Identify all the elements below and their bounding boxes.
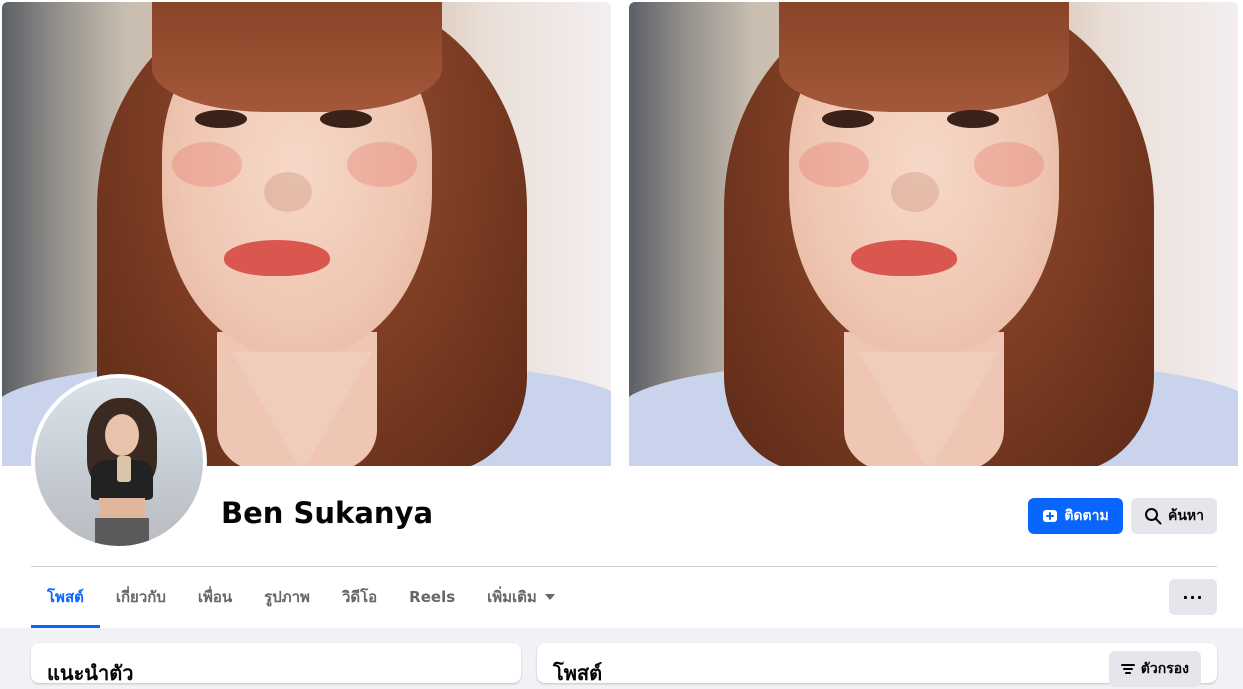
posts-card: โพสต์ ตัวกรอง: [537, 643, 1217, 687]
more-icon: ···: [1182, 587, 1204, 607]
avatar-image: [35, 378, 203, 546]
tab-videos[interactable]: วิดีโอ: [326, 567, 393, 627]
filter-label: ตัวกรอง: [1140, 661, 1189, 677]
tab-posts[interactable]: โพสต์: [31, 567, 100, 628]
tab-photos[interactable]: รูปภาพ: [248, 567, 326, 627]
cover-photo-right: [629, 2, 1238, 466]
tab-friends[interactable]: เพื่อน: [182, 567, 248, 627]
cover-photo[interactable]: [2, 2, 1238, 466]
tab-reels[interactable]: Reels: [393, 567, 471, 627]
tab-more[interactable]: เพิ่มเติม: [471, 567, 571, 627]
profile-avatar[interactable]: [31, 374, 207, 550]
posts-card-title: โพสต์: [553, 661, 603, 685]
more-options-button[interactable]: ···: [1169, 579, 1217, 615]
profile-tabs: โพสต์ เกี่ยวกับ เพื่อน รูปภาพ วิดีโอ Ree…: [31, 567, 571, 628]
profile-name: Ben Sukanya: [221, 496, 434, 530]
caret-down-icon: [544, 594, 555, 600]
search-label: ค้นหา: [1167, 508, 1205, 524]
filter-icon: [1120, 662, 1135, 676]
filter-button[interactable]: ตัวกรอง: [1108, 651, 1201, 687]
search-button[interactable]: ค้นหา: [1131, 498, 1217, 534]
add-friend-icon: [1042, 508, 1058, 524]
intro-card: แนะนำตัว: [31, 643, 521, 685]
search-icon: [1144, 507, 1162, 525]
tab-about[interactable]: เกี่ยวกับ: [100, 567, 182, 627]
intro-card-title: แนะนำตัว: [47, 661, 134, 685]
follow-button[interactable]: ติดตาม: [1028, 498, 1123, 534]
profile-header: Ben Sukanya ติดตาม ค้นหา โพสต์ เกี่ยวกับ…: [0, 0, 1243, 628]
follow-label: ติดตาม: [1064, 508, 1109, 524]
